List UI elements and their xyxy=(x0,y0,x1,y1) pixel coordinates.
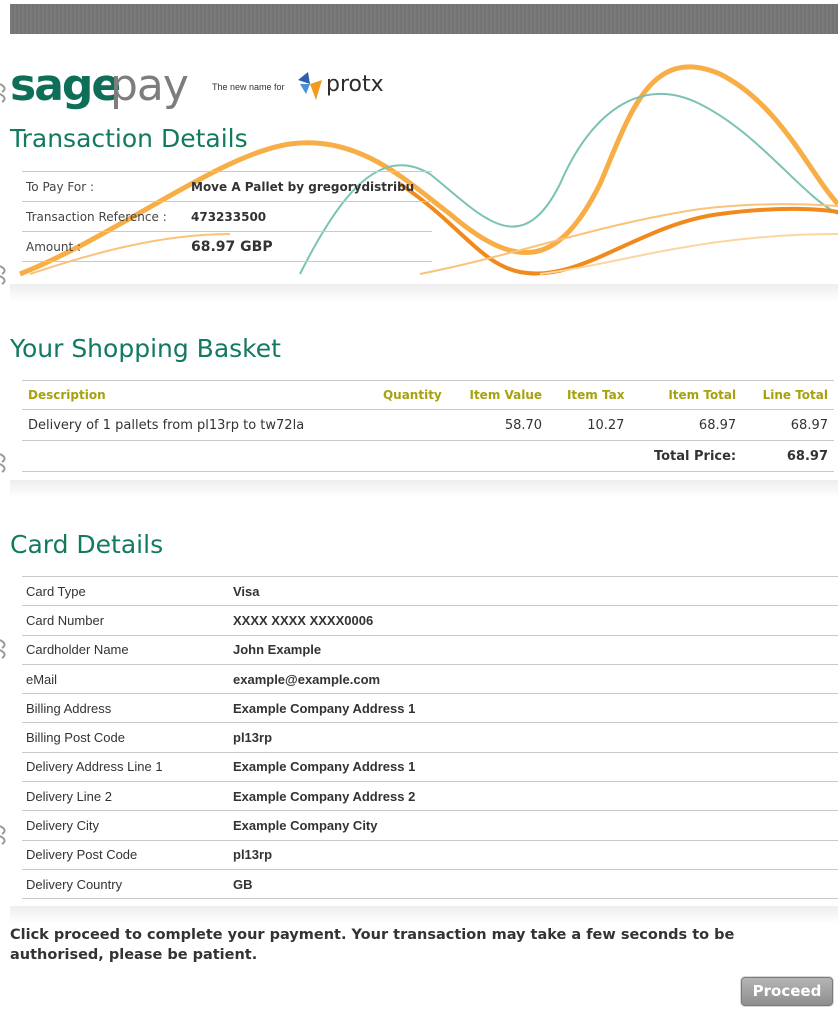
col-item-total: Item Total xyxy=(630,380,743,410)
item-quantity xyxy=(363,409,448,441)
card-value: John Example xyxy=(229,634,838,665)
card-value: pl13rp xyxy=(229,839,838,870)
col-line-total: Line Total xyxy=(742,380,834,410)
table-row: Delivery Country GB xyxy=(22,868,838,900)
card-label: Delivery City xyxy=(22,810,229,841)
section-divider xyxy=(10,480,838,498)
item-tax: 10.27 xyxy=(548,409,631,441)
transaction-value: 473233500 xyxy=(187,201,432,232)
tagline: The new name for xyxy=(212,82,285,92)
card-label: eMail xyxy=(22,663,229,694)
sagepay-logo-sage: sage xyxy=(10,60,121,111)
protx-logo-text: protx xyxy=(326,72,384,97)
total-price-value: 68.97 xyxy=(742,440,834,472)
line-total: 68.97 xyxy=(742,409,834,441)
table-row: Billing Address Example Company Address 1 xyxy=(22,693,838,723)
table-row: Billing Post Code pl13rp xyxy=(22,722,838,753)
col-description: Description xyxy=(22,380,364,410)
transaction-label: Transaction Reference : xyxy=(22,201,187,232)
sagepay-logo-pay: pay xyxy=(110,60,189,111)
card-label: Cardholder Name xyxy=(22,634,229,665)
card-value: pl13rp xyxy=(229,722,838,753)
section-divider xyxy=(10,906,838,924)
card-value: Example Company Address 2 xyxy=(229,781,838,811)
card-details-title: Card Details xyxy=(10,530,164,559)
total-row: Total Price: 68.97 xyxy=(22,440,834,472)
table-row: To Pay For : Move A Pallet by gregorydis… xyxy=(22,171,432,202)
card-value: XXXX XXXX XXXX0006 xyxy=(229,605,838,636)
col-quantity: Quantity xyxy=(363,380,448,410)
card-value: Example Company Address 1 xyxy=(229,751,838,782)
card-label: Delivery Country xyxy=(22,868,229,900)
basket-title: Your Shopping Basket xyxy=(10,334,281,363)
item-total: 68.97 xyxy=(630,409,743,441)
table-row: Delivery of 1 pallets from pl13rp to tw7… xyxy=(22,409,834,441)
binding-ring-icon xyxy=(0,636,10,659)
protx-logo-icon xyxy=(298,72,322,100)
basket-header-row: Description Quantity Item Value Item Tax… xyxy=(22,380,834,410)
item-value: 58.70 xyxy=(447,409,549,441)
table-row: Delivery City Example Company City xyxy=(22,810,838,841)
card-value: Example Company City xyxy=(229,810,838,841)
table-row: eMail example@example.com xyxy=(22,663,838,694)
card-value: Example Company Address 1 xyxy=(229,693,838,723)
table-row: Cardholder Name John Example xyxy=(22,634,838,665)
table-row: Transaction Reference : 473233500 xyxy=(22,201,432,232)
table-row: Card Type Visa xyxy=(22,575,838,606)
card-label: Billing Address xyxy=(22,693,229,723)
table-row: Delivery Line 2 Example Company Address 2 xyxy=(22,781,838,811)
transaction-label: Amount : xyxy=(22,231,187,262)
binding-ring-icon xyxy=(0,450,10,473)
transaction-table: To Pay For : Move A Pallet by gregorydis… xyxy=(22,171,432,262)
card-label: Delivery Address Line 1 xyxy=(22,751,229,782)
card-label: Delivery Line 2 xyxy=(22,781,229,811)
card-label: Card Number xyxy=(22,605,229,636)
col-item-tax: Item Tax xyxy=(548,380,631,410)
card-label: Delivery Post Code xyxy=(22,839,229,870)
transaction-value: Move A Pallet by gregorydistribu xyxy=(187,171,432,202)
transaction-value: 68.97 GBP xyxy=(187,231,432,262)
card-label: Billing Post Code xyxy=(22,722,229,753)
transaction-label: To Pay For : xyxy=(22,171,187,202)
table-row: Delivery Address Line 1 Example Company A… xyxy=(22,751,838,782)
card-label: Card Type xyxy=(22,575,229,606)
proceed-notice: Click proceed to complete your payment. … xyxy=(10,927,735,963)
basket-table: Description Quantity Item Value Item Tax… xyxy=(22,380,834,472)
binding-ring-icon xyxy=(0,822,10,845)
table-row: Card Number XXXX XXXX XXXX0006 xyxy=(22,605,838,636)
table-row: Amount : 68.97 GBP xyxy=(22,231,432,262)
card-value: Visa xyxy=(229,575,838,606)
transaction-details-title: Transaction Details xyxy=(10,124,248,153)
proceed-button[interactable]: Proceed xyxy=(741,977,833,1006)
section-divider xyxy=(10,284,838,302)
card-value: example@example.com xyxy=(229,663,838,694)
card-details-table: Card Type Visa Card Number XXXX XXXX XXXX0… xyxy=(22,575,838,900)
item-description: Delivery of 1 pallets from pl13rp to tw7… xyxy=(22,409,364,441)
card-value: GB xyxy=(229,868,838,900)
table-row: Delivery Post Code pl13rp xyxy=(22,839,838,870)
total-price-label: Total Price: xyxy=(630,440,743,472)
col-item-value: Item Value xyxy=(447,380,549,410)
top-bar xyxy=(10,4,838,34)
